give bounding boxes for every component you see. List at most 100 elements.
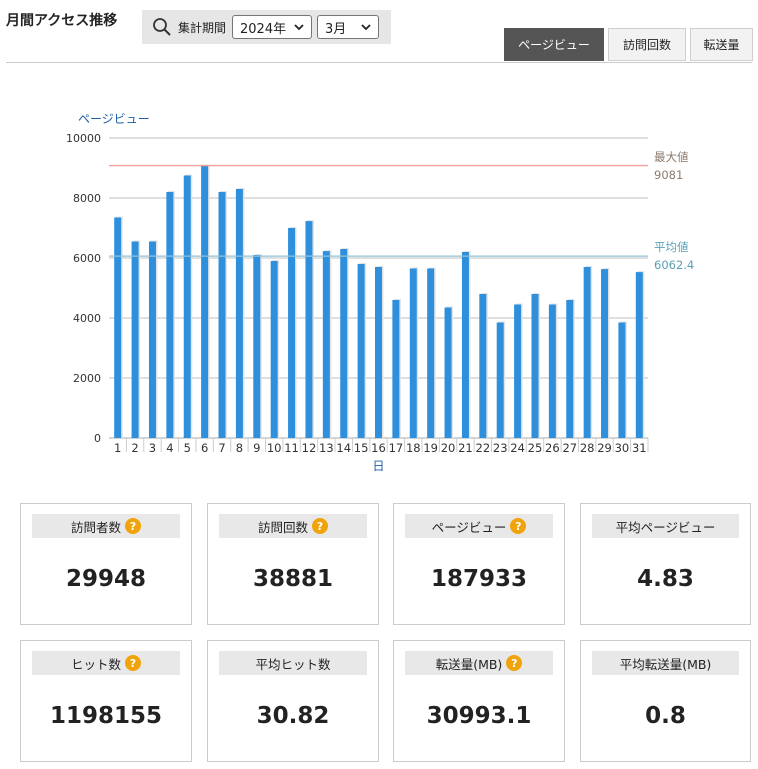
year-select[interactable]: 2024年	[232, 15, 313, 39]
stat-label: 平均転送量(MB)	[619, 656, 712, 672]
bar	[409, 268, 417, 438]
stat-card-header: 平均ヒット数	[219, 651, 367, 675]
stat-label: ページビュー	[431, 519, 507, 535]
bar	[392, 300, 400, 438]
stat-card: ページビュー? 187933	[393, 503, 565, 625]
y-tick-label: 10000	[66, 132, 101, 145]
bar	[496, 322, 504, 438]
help-icon[interactable]: ?	[506, 655, 523, 671]
bar	[375, 267, 382, 438]
tab-visits[interactable]: 訪問回数	[608, 28, 686, 61]
stat-card: 平均転送量(MB) 0.8	[580, 640, 751, 762]
stat-value: 38881	[252, 566, 334, 592]
bar	[444, 307, 452, 438]
x-tick-label: 2	[131, 441, 138, 455]
x-tick-label: 15	[354, 441, 369, 455]
pageview-chart: 0 2000 4000 6000 8000 10000 ページビュー最大値 9081 平均値 60…	[66, 112, 694, 473]
help-icon[interactable]: ?	[125, 518, 141, 534]
help-icon[interactable]: ?	[312, 518, 328, 534]
x-tick-label: 13	[319, 441, 334, 455]
tab-label: 転送量	[703, 38, 740, 52]
stat-value: 187933	[430, 566, 528, 592]
stat-value: 29948	[65, 566, 147, 592]
header-divider	[6, 62, 752, 63]
bar	[566, 300, 574, 438]
y-tick-label: 0	[94, 432, 101, 445]
stat-value: 1198155	[49, 703, 163, 729]
help-icon[interactable]: ?	[125, 655, 141, 671]
bar	[201, 165, 209, 438]
bar	[131, 241, 139, 438]
x-tick-label: 18	[406, 441, 421, 455]
bar	[635, 272, 643, 438]
bar	[531, 294, 539, 438]
stat-card-header: ページビュー?	[405, 514, 553, 538]
month-select-value: 3月	[325, 21, 347, 37]
bar	[253, 255, 261, 438]
chevron-down-icon	[294, 24, 304, 31]
stat-label: 平均ページビュー	[615, 519, 716, 535]
stat-card: 平均ページビュー 4.83	[580, 503, 751, 625]
bar	[288, 228, 296, 438]
x-tick-label: 27	[562, 441, 577, 455]
tab-label: 訪問回数	[622, 38, 671, 52]
stat-card: 訪問回数? 38881	[207, 503, 379, 625]
reference-label: 最大値	[654, 150, 689, 164]
x-tick-label: 17	[389, 441, 404, 455]
bar	[618, 322, 626, 438]
x-tick-label: 16	[371, 441, 386, 455]
stat-card: 平均ヒット数 30.82	[207, 640, 379, 762]
year-select-value: 2024年	[240, 21, 287, 37]
tab-label: ページビュー	[518, 38, 590, 52]
y-tick-label: 6000	[73, 252, 101, 265]
stat-card-header: 訪問者数?	[32, 514, 180, 538]
bar	[305, 221, 313, 438]
bar	[461, 252, 469, 438]
x-tick-label: 10	[267, 441, 282, 455]
bar	[548, 304, 556, 438]
tab-transfer[interactable]: 転送量	[690, 28, 753, 61]
y-tick-label: 4000	[73, 312, 101, 325]
y-axis-label: ページビュー	[78, 112, 150, 126]
x-axis-label: 日	[372, 459, 384, 473]
stat-card: 転送量(MB)? 30993.1	[393, 640, 565, 762]
x-tick-label: 5	[184, 441, 191, 455]
y-tick-label: 8000	[73, 192, 101, 205]
x-tick-label: 19	[423, 441, 438, 455]
x-tick-label: 31	[632, 441, 647, 455]
x-tick-label: 14	[336, 441, 351, 455]
x-tick-label: 22	[476, 441, 491, 455]
x-tick-label: 11	[284, 441, 299, 455]
period-filter: 集計期間 2024年 3月	[142, 10, 391, 44]
stat-label: 訪問回数	[257, 519, 308, 535]
stat-card-header: 平均ページビュー	[592, 514, 739, 538]
x-tick-label: 21	[458, 441, 473, 455]
month-select[interactable]: 3月	[317, 15, 380, 39]
stat-label: 転送量(MB)	[435, 656, 503, 672]
x-tick-label: 23	[493, 441, 508, 455]
tab-pageviews[interactable]: ページビュー	[504, 28, 604, 61]
x-tick-label: 6	[201, 441, 208, 455]
stat-card-header: 平均転送量(MB)	[592, 651, 739, 675]
stat-value: 4.83	[637, 566, 694, 592]
search-icon	[153, 18, 171, 36]
stat-label: 訪問者数	[70, 519, 121, 535]
stat-card: 訪問者数? 29948	[20, 503, 192, 625]
period-label: 集計期間	[178, 20, 227, 35]
x-tick-label: 4	[166, 441, 173, 455]
bar	[427, 268, 435, 438]
x-tick-label: 8	[236, 441, 243, 455]
x-tick-label: 12	[302, 441, 317, 455]
stat-card-header: 訪問回数?	[219, 514, 367, 538]
help-icon[interactable]: ?	[510, 518, 527, 534]
chevron-down-icon	[361, 24, 371, 31]
y-tick-label: 2000	[73, 372, 101, 385]
bar	[479, 294, 487, 438]
stat-card-header: ヒット数?	[32, 651, 180, 675]
stat-card: ヒット数? 1198155	[20, 640, 192, 762]
x-tick-label: 26	[545, 441, 560, 455]
bar	[601, 269, 609, 438]
page-title: 月間アクセス推移	[6, 13, 118, 29]
stat-value: 30.82	[256, 703, 330, 729]
bar	[114, 217, 122, 438]
